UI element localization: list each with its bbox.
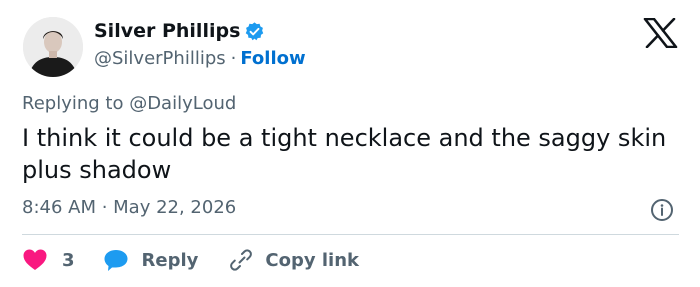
- link-icon: [228, 248, 254, 272]
- divider: [22, 234, 679, 235]
- follow-button[interactable]: Follow: [240, 48, 305, 69]
- copy-link-button[interactable]: Copy link: [228, 248, 359, 272]
- author-handle-row: @SilverPhillips · Follow: [94, 48, 306, 69]
- author-name-row: Silver Phillips: [94, 20, 265, 42]
- avatar[interactable]: [23, 17, 83, 77]
- author-display-name[interactable]: Silver Phillips: [94, 20, 240, 42]
- author-handle[interactable]: @SilverPhillips: [94, 48, 226, 69]
- replying-to-text[interactable]: Replying to @DailyLoud: [22, 93, 236, 114]
- copy-link-label: Copy link: [265, 249, 359, 271]
- x-logo-icon[interactable]: [643, 17, 678, 49]
- like-button[interactable]: 3: [22, 248, 75, 272]
- reply-label: Reply: [141, 249, 199, 271]
- reply-button[interactable]: Reply: [103, 248, 199, 272]
- reply-bubble-icon: [103, 248, 129, 272]
- action-bar: 3 Reply Copy link: [22, 246, 359, 274]
- tweet-timestamp[interactable]: 8:46 AM · May 22, 2026: [22, 197, 236, 218]
- heart-icon: [22, 248, 48, 272]
- like-count: 3: [62, 249, 75, 271]
- tweet-text: I think it could be a tight necklace and…: [22, 124, 667, 184]
- verified-badge-icon: [244, 21, 265, 42]
- info-icon[interactable]: [650, 198, 674, 222]
- handle-separator: ·: [230, 48, 237, 69]
